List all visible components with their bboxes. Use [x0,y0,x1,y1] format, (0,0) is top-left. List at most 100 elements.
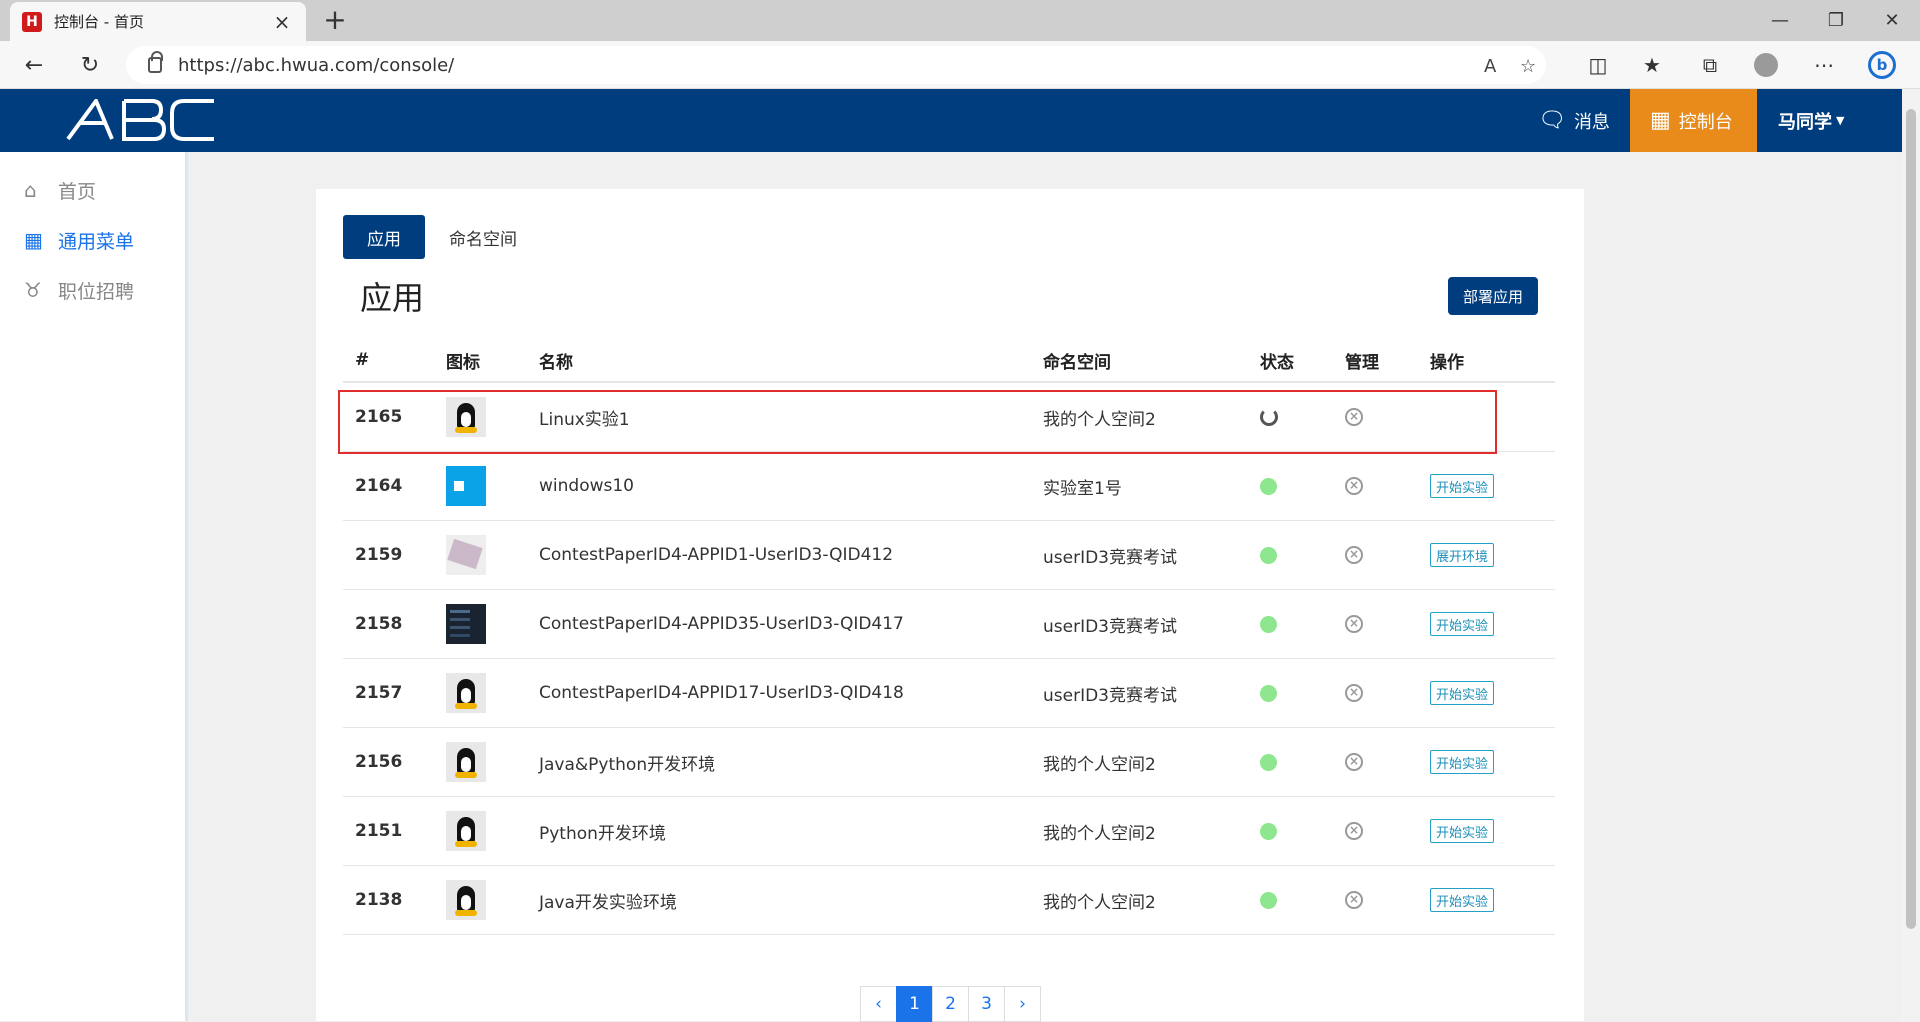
address-toolbar: ← ↻ https://abc.hwua.com/console/ A ☆ ◫ … [0,41,1920,89]
table-row[interactable]: 2156 Java&Python开发环境 我的个人空间2 × 开始实验 [343,728,1555,797]
sidebar-item-home[interactable]: ⌂ 首页 [24,172,96,208]
prev-page-button[interactable]: ‹ [860,986,897,1022]
delete-icon[interactable]: × [1345,546,1363,564]
app-id: 2151 [355,821,403,841]
table-row[interactable]: 2159 ContestPaperID4-APPID1-UserID3-QID4… [343,521,1555,590]
minimize-icon[interactable]: — [1752,0,1808,41]
status-cell [1260,797,1277,865]
windows-icon [446,466,486,506]
linux-icon [446,742,486,782]
refresh-icon[interactable]: ↻ [72,47,108,83]
page-3-button[interactable]: 3 [968,986,1005,1022]
expand-env-button[interactable]: 展开环境 [1430,543,1495,567]
status-cell [1260,659,1277,727]
delete-icon[interactable]: × [1345,822,1363,840]
sidebar-item-jobs[interactable]: ♉ 职位招聘 [24,272,134,308]
app-name[interactable]: ContestPaperID4-APPID1-UserID3-QID412 [539,521,893,589]
start-lab-button[interactable]: 开始实验 [1430,750,1495,774]
start-lab-button[interactable]: 开始实验 [1430,888,1495,912]
column-header: 名称 [539,352,573,373]
app-header: 🗨 消息 ▦ 控制台 马同学 ▼ [0,89,1902,152]
app-name[interactable]: Python开发环境 [539,797,666,865]
sidebar: ⌂ 首页 ▦ 通用菜单 ♉ 职位招聘 [0,152,188,1021]
delete-icon[interactable]: × [1345,684,1363,702]
linux-icon [446,880,486,920]
action-cell: 展开环境 [1430,521,1495,589]
back-icon[interactable]: ← [16,47,52,83]
app-namespace: 实验室1号 [1043,478,1122,499]
messages-button[interactable]: 🗨 消息 [1538,89,1628,152]
table-row[interactable]: 2138 Java开发实验环境 我的个人空间2 × 开始实验 [343,866,1555,935]
address-bar[interactable]: https://abc.hwua.com/console/ A ☆ [126,46,1546,84]
start-lab-button[interactable]: 开始实验 [1430,819,1495,843]
table-row[interactable]: 2157 ContestPaperID4-APPID17-UserID3-QID… [343,659,1555,728]
bing-icon[interactable]: b [1866,49,1898,81]
app-icon-cell [446,521,486,589]
table-row[interactable]: 2158 ContestPaperID4-APPID35-UserID3-QID… [343,590,1555,659]
user-menu[interactable]: 马同学 ▼ [1778,89,1844,152]
browser-tab[interactable]: H 控制台 - 首页 × [10,2,306,41]
page-2-button[interactable]: 2 [932,986,969,1022]
tie-icon: ♉ [24,278,42,302]
window-close-icon[interactable]: ✕ [1864,0,1920,41]
pagination: ‹ 1 2 3 › [860,986,1041,1022]
console-button[interactable]: ▦ 控制台 [1630,89,1757,152]
status-running-icon [1260,477,1277,495]
abc-logo[interactable] [66,99,216,141]
action-cell: 开始实验 [1430,728,1495,796]
app-list-card: 应用 命名空间 应用 部署应用 # 图标 名称 命名空间 状态 管理 操作 21… [316,189,1584,1022]
page-scrollbar[interactable] [1902,89,1920,1021]
scrollbar-thumb[interactable] [1906,109,1916,929]
app-id: 2157 [355,683,403,703]
app-name[interactable]: ContestPaperID4-APPID35-UserID3-QID417 [539,590,904,658]
favorite-add-icon[interactable]: ☆ [1520,56,1536,77]
maximize-icon[interactable]: ❐ [1808,0,1864,41]
table-row[interactable]: 2151 Python开发环境 我的个人空间2 × 开始实验 [343,797,1555,866]
start-lab-button[interactable]: 开始实验 [1430,681,1495,705]
site-favicon-icon: H [22,11,42,32]
status-running-icon [1260,546,1277,564]
favorites-icon[interactable]: ★ [1636,49,1668,81]
app-name[interactable]: ContestPaperID4-APPID17-UserID3-QID418 [539,659,904,727]
collections-icon[interactable]: ⧉ [1694,49,1726,81]
split-screen-icon[interactable]: ◫ [1582,49,1614,81]
delete-icon[interactable]: × [1345,615,1363,633]
status-cell [1260,521,1277,589]
table-row[interactable]: 2164 windows10 实验室1号 × 开始实验 [343,452,1555,521]
app-id: 2156 [355,752,403,772]
app-name[interactable]: Java开发实验环境 [539,866,677,934]
start-lab-button[interactable]: 开始实验 [1430,474,1495,498]
action-cell: 开始实验 [1430,797,1495,865]
more-options-icon[interactable]: ⋯ [1808,49,1840,81]
app-icon-cell [446,659,486,727]
grid-icon: ▦ [1650,108,1671,133]
status-cell [1260,866,1277,934]
sidebar-item-general-menu[interactable]: ▦ 通用菜单 [24,222,134,258]
grid-icon: ▦ [24,228,43,252]
new-tab-icon[interactable]: + [318,4,352,38]
manage-cell: × [1345,452,1363,520]
status-running-icon [1260,615,1277,633]
delete-icon[interactable]: × [1345,753,1363,771]
delete-icon[interactable]: × [1345,477,1363,495]
page-1-button[interactable]: 1 [896,986,933,1022]
tab-close-icon[interactable]: × [270,10,294,34]
app-icon-cell [446,797,486,865]
deploy-app-button[interactable]: 部署应用 [1448,277,1538,315]
app-name[interactable]: Java&Python开发环境 [539,728,715,796]
column-header: 操作 [1430,352,1464,373]
read-aloud-icon[interactable]: A [1484,56,1496,77]
tabs: 应用 命名空间 [343,215,541,259]
profile-avatar-icon[interactable] [1750,49,1782,81]
app-name[interactable]: windows10 [539,452,634,520]
action-cell: 开始实验 [1430,452,1495,520]
caret-down-icon: ▼ [1836,114,1845,127]
column-header: 图标 [446,352,480,373]
tab-apps[interactable]: 应用 [343,215,425,259]
start-lab-button[interactable]: 开始实验 [1430,612,1495,636]
column-header: 状态 [1260,352,1294,373]
tab-namespaces[interactable]: 命名空间 [425,215,541,259]
delete-icon[interactable]: × [1345,891,1363,909]
next-page-button[interactable]: › [1004,986,1041,1022]
manage-cell: × [1345,728,1363,796]
